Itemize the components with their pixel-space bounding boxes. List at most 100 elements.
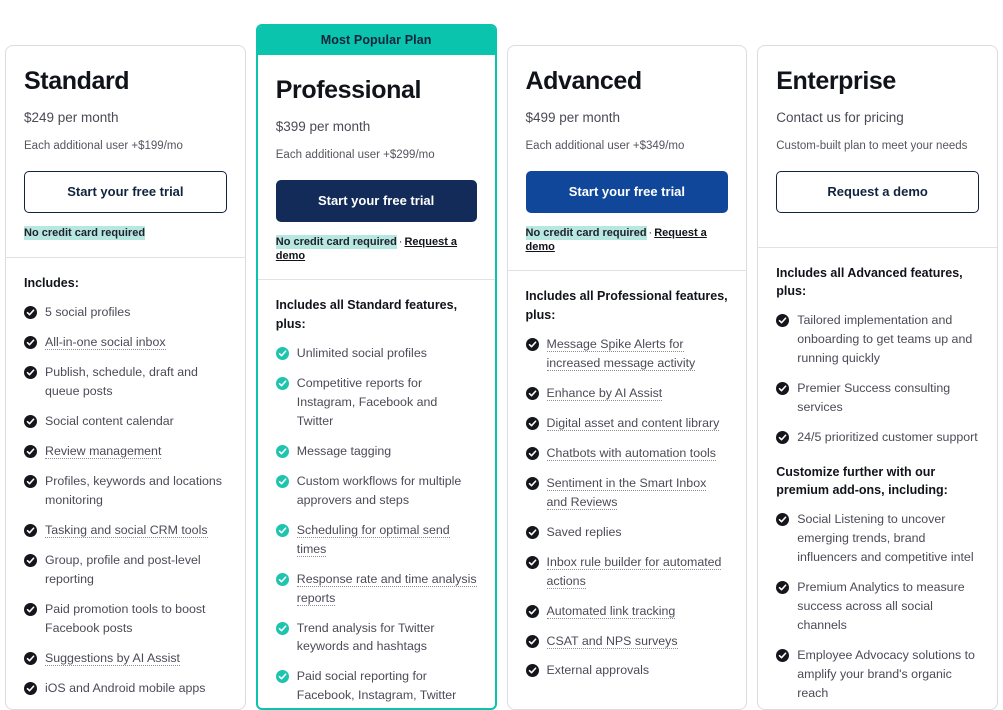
plan-title: Professional: [275, 76, 422, 104]
check-circle-icon: [275, 572, 289, 586]
plan-title: Advanced: [525, 67, 643, 95]
header-spacer: [776, 213, 979, 231]
feature-item[interactable]: Sentiment in the Smart Inbox and Reviews: [525, 474, 729, 512]
feature-item[interactable]: Digital asset and content library: [525, 414, 729, 433]
feature-text-wrap: Social Listening to uncover emerging tre…: [797, 510, 979, 567]
feature-text: Group, profile and post-level reporting: [45, 552, 201, 586]
feature-text-wrap: Saved replies: [547, 523, 622, 542]
plan-column-advanced: Advanced $499 per month Each additional us…: [502, 0, 753, 710]
feature-item: 5 social profiles: [24, 303, 227, 322]
feature-text: 24/5 prioritized customer support: [797, 430, 978, 445]
feature-tooltip-text[interactable]: Enhance by AI Assist: [546, 385, 663, 401]
feature-item: 24/5 prioritized customer support: [776, 428, 979, 447]
check-circle-icon: [24, 523, 37, 537]
feature-list: Unlimited social profiles Competitive rep…: [275, 344, 477, 708]
feature-item[interactable]: Inbox rule builder for automated actions: [525, 553, 729, 591]
feature-text-wrap: Review management: [45, 442, 162, 461]
feature-text: Paid social reporting for Facebook, Inst…: [296, 669, 457, 708]
feature-tooltip-text[interactable]: Response rate and time analysis reports: [296, 571, 477, 606]
feature-tooltip-text[interactable]: Scheduling for optimal send times: [296, 522, 450, 557]
feature-item[interactable]: Review management: [24, 442, 227, 461]
feature-tooltip-text[interactable]: Tasking and social CRM tools: [45, 522, 208, 538]
feature-tooltip-text[interactable]: Sentiment in the Smart Inbox and Reviews: [546, 475, 707, 510]
feature-text: Tailored implementation and onboarding t…: [797, 313, 973, 366]
feature-item[interactable]: CSAT and NPS surveys: [525, 632, 729, 651]
feature-tooltip-text[interactable]: Automated link tracking: [546, 603, 676, 619]
check-circle-icon: [275, 670, 289, 684]
header-bottom-padding: [776, 231, 979, 247]
start-free-trial-button[interactable]: Start your free trial: [275, 179, 477, 222]
plan-title: Standard: [24, 67, 130, 95]
check-circle-icon: [525, 416, 539, 430]
header-bottom-padding: [24, 241, 227, 257]
feature-item[interactable]: Tasking and social CRM tools: [24, 521, 227, 540]
check-circle-icon: [525, 337, 539, 351]
feature-list: 5 social profiles All-in-one social inbox…: [24, 303, 227, 698]
feature-list: Message Spike Alerts for increased messa…: [525, 335, 729, 681]
feature-item[interactable]: Suggestions by AI Assist: [24, 649, 227, 668]
feature-text-wrap: Message Spike Alerts for increased messa…: [546, 335, 729, 373]
check-circle-icon: [24, 681, 37, 695]
feature-text-wrap: Social content calendar: [45, 412, 174, 431]
plan-price: $499 per month: [525, 109, 621, 125]
includes-title: Includes all Professional features, plus…: [525, 289, 728, 322]
feature-item[interactable]: Message Spike Alerts for increased messa…: [525, 335, 729, 373]
check-circle-icon: [275, 444, 289, 458]
feature-text: Paid promotion tools to boost Facebook p…: [45, 601, 206, 635]
feature-text-wrap: Group, profile and post-level reporting: [45, 551, 227, 589]
feature-text-wrap: Premium Analytics to measure success acr…: [797, 578, 979, 635]
feature-item[interactable]: Response rate and time analysis reports: [275, 570, 477, 608]
plan-header: Standard $249 per month Each additional us…: [6, 46, 245, 257]
check-circle-icon: [24, 306, 37, 320]
feature-item: Employee Advocacy solutions to amplify y…: [776, 646, 979, 703]
feature-text-wrap: Premier Success consulting services: [797, 379, 979, 417]
header-bottom-padding: [276, 263, 477, 279]
feature-item: Unlimited social profiles: [275, 344, 477, 363]
feature-item: Social Listening to uncover emerging tre…: [776, 510, 979, 567]
feature-text-wrap: 24/5 prioritized customer support: [797, 428, 977, 447]
feature-item: Custom workflows for multiple approvers …: [275, 472, 477, 510]
feature-item: Group, profile and post-level reporting: [24, 551, 227, 589]
feature-item: Paid social reporting for Facebook, Inst…: [275, 667, 477, 708]
feature-tooltip-text[interactable]: Chatbots with automation tools: [546, 445, 716, 461]
feature-item[interactable]: Enhance by AI Assist: [525, 384, 729, 403]
feature-item[interactable]: All-in-one social inbox: [24, 333, 227, 352]
feature-tooltip-text[interactable]: CSAT and NPS surveys: [546, 633, 678, 649]
check-circle-icon: [24, 651, 37, 665]
feature-tooltip-text[interactable]: Message Spike Alerts for increased messa…: [546, 336, 696, 371]
check-circle-icon: [776, 431, 790, 445]
feature-text: Premium Analytics to measure success acr…: [797, 580, 965, 633]
feature-text-wrap: Inbox rule builder for automated actions: [546, 553, 729, 591]
check-circle-icon: [275, 523, 289, 537]
feature-item[interactable]: Scheduling for optimal send times: [275, 521, 477, 559]
feature-tooltip-text[interactable]: Suggestions by AI Assist: [45, 650, 180, 666]
feature-text-wrap: Response rate and time analysis reports: [296, 570, 477, 608]
start-free-trial-button[interactable]: Start your free trial: [24, 170, 227, 213]
feature-text-wrap: Trend analysis for Twitter keywords and …: [297, 619, 477, 657]
feature-text-wrap: Tailored implementation and onboarding t…: [797, 311, 979, 368]
no-credit-card-note: No credit card required: [525, 225, 647, 240]
feature-tooltip-text[interactable]: Review management: [45, 443, 162, 459]
start-free-trial-button[interactable]: Start your free trial: [525, 170, 729, 213]
feature-item[interactable]: Automated link tracking: [525, 602, 729, 621]
check-circle-icon: [776, 581, 790, 595]
check-circle-icon: [24, 444, 37, 458]
feature-text-wrap: Custom workflows for multiple approvers …: [297, 472, 477, 510]
feature-item[interactable]: Chatbots with automation tools: [525, 444, 729, 463]
check-circle-icon: [776, 649, 790, 663]
plan-card-standard: Standard $249 per month Each additional us…: [5, 45, 246, 710]
feature-text-wrap: Chatbots with automation tools: [546, 444, 716, 463]
feature-text-wrap: Message tagging: [297, 442, 391, 461]
feature-tooltip-text[interactable]: Inbox rule builder for automated actions: [546, 554, 722, 589]
request-demo-button[interactable]: Request a demo: [776, 170, 979, 213]
plan-additional-user-note: Custom-built plan to meet your needs: [776, 139, 968, 152]
feature-text: Social content calendar: [45, 413, 174, 428]
feature-item: Tailored implementation and onboarding t…: [776, 311, 979, 368]
check-circle-icon: [776, 513, 790, 527]
feature-text: Custom workflows for multiple approvers …: [296, 473, 462, 507]
plan-header: Advanced $499 per month Each additional us…: [508, 46, 747, 270]
feature-item: Message tagging: [275, 442, 477, 461]
feature-text-wrap: Paid promotion tools to boost Facebook p…: [45, 600, 227, 638]
feature-tooltip-text[interactable]: All-in-one social inbox: [45, 335, 166, 351]
feature-tooltip-text[interactable]: Digital asset and content library: [546, 415, 720, 431]
